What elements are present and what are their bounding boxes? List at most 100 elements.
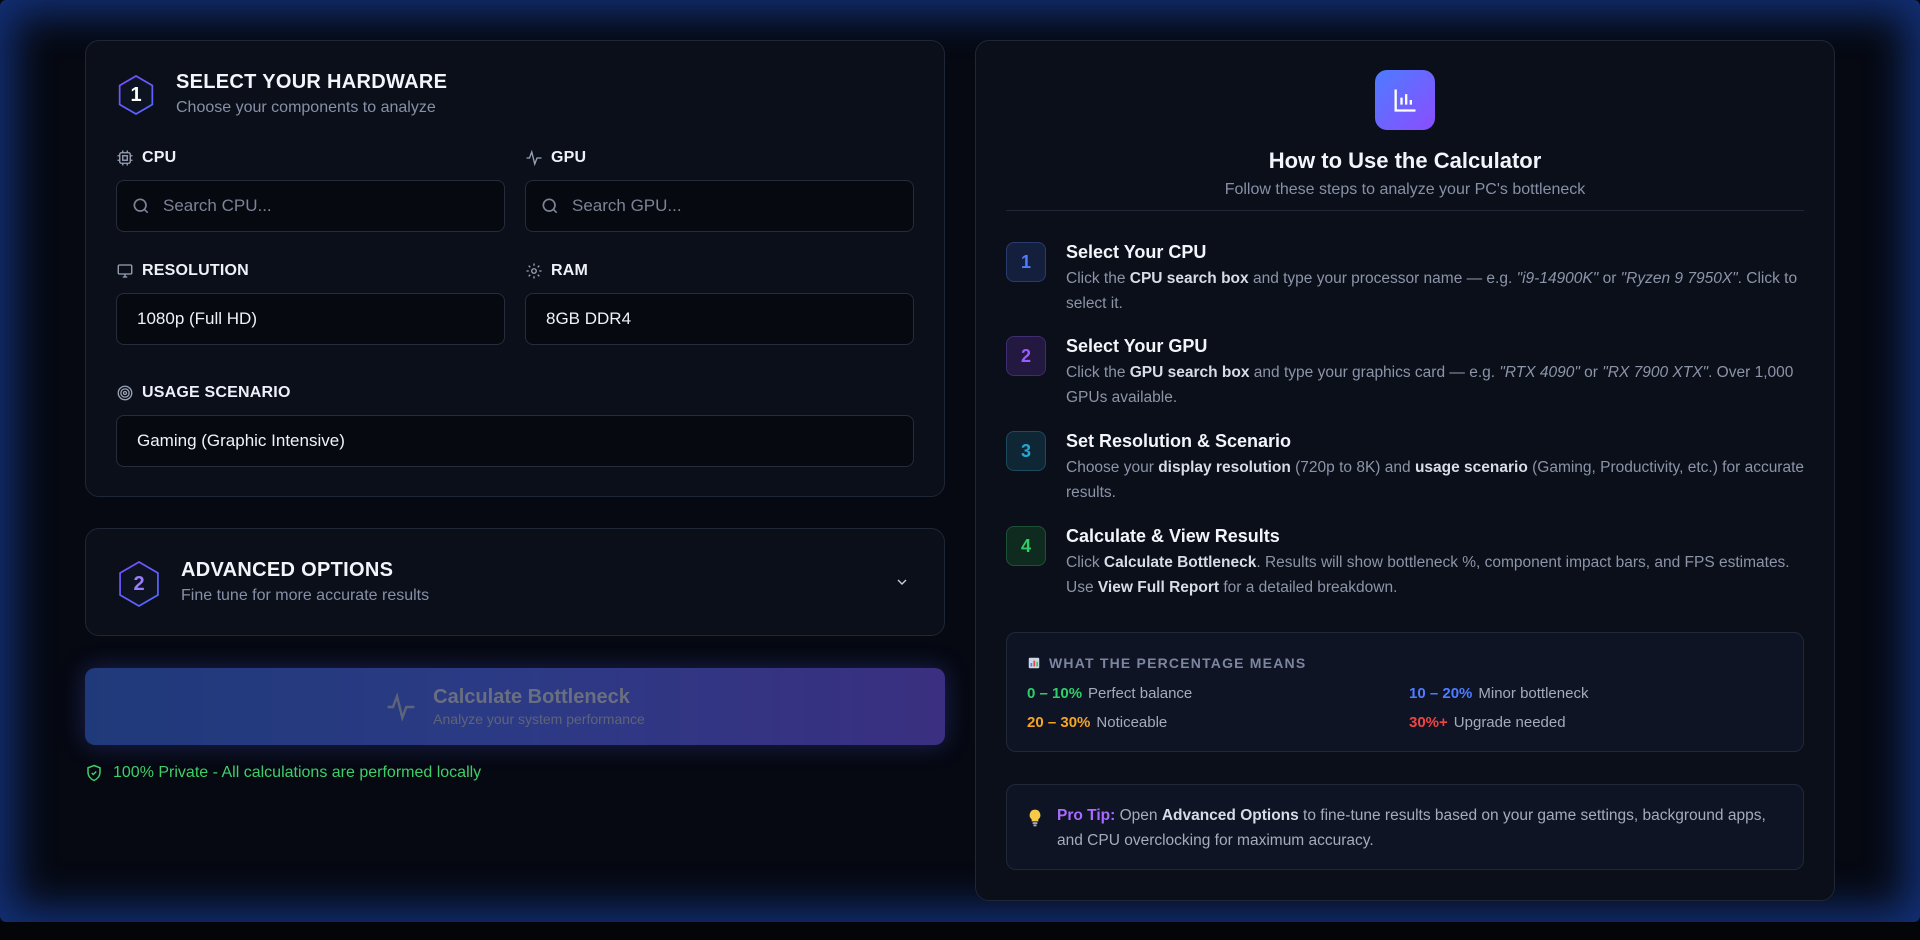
step-2-example: "RX 7900 XTX": [1602, 364, 1709, 381]
advanced-number-badge: 2: [119, 561, 159, 607]
pct-item-upgrade: 30%+ Upgrade needed: [1409, 714, 1566, 731]
resolution-label: RESOLUTION: [116, 262, 249, 280]
divider: [1006, 210, 1804, 211]
privacy-note: 100% Private - All calculations are perf…: [85, 764, 481, 782]
step-4-text: Click: [1066, 554, 1104, 571]
percentage-heading: WHAT THE PERCENTAGE MEANS: [1027, 655, 1306, 671]
step-3-bold: usage scenario: [1414, 459, 1528, 476]
step-2-title: Select Your GPU: [1066, 336, 1208, 356]
cpu-chip-icon: [117, 150, 133, 166]
activity-icon: [387, 691, 415, 722]
pro-tip-body: Open: [1115, 807, 1162, 824]
step-3-title: Set Resolution & Scenario: [1066, 431, 1292, 451]
step-4-desc: Click Calculate Bottleneck. Results will…: [1066, 550, 1806, 600]
step-4-bold: Calculate Bottleneck: [1103, 554, 1257, 571]
step-4-title: Calculate & View Results: [1066, 526, 1280, 546]
step-2-text: or: [1579, 364, 1603, 381]
step-3-bold: display resolution: [1158, 459, 1291, 476]
target-icon: [117, 385, 133, 401]
pct-range: 10 – 20%: [1409, 685, 1473, 702]
chevron-down-icon[interactable]: [894, 574, 910, 590]
resolution-select[interactable]: 1080p (Full HD): [116, 293, 505, 345]
step-1-text: Click the: [1066, 270, 1130, 287]
step-3-badge: 3: [1006, 431, 1046, 471]
step-4-badge: 4: [1006, 526, 1046, 566]
calculate-label: Calculate Bottleneck: [433, 686, 630, 708]
cpu-label: CPU: [116, 149, 176, 167]
step-2-example: "RTX 4090": [1499, 364, 1580, 381]
ram-label: RAM: [525, 262, 588, 280]
ram-label-text: RAM: [551, 262, 589, 279]
pct-range: 20 – 30%: [1027, 714, 1091, 731]
cpu-label-text: CPU: [142, 149, 177, 166]
calculate-bottleneck-button[interactable]: Calculate Bottleneck Analyze your system…: [85, 668, 945, 745]
pct-text: Noticeable: [1096, 714, 1168, 731]
percentage-heading-text: WHAT THE PERCENTAGE MEANS: [1049, 655, 1307, 671]
advanced-subtitle: Fine tune for more accurate results: [181, 587, 430, 604]
gpu-search-input[interactable]: Search GPU...: [525, 180, 914, 232]
pct-range: 0 – 10%: [1027, 685, 1083, 702]
guide-subtitle: Follow these steps to analyze your PC's …: [1224, 181, 1586, 198]
monitor-icon: [117, 264, 133, 278]
resolution-value: 1080p (Full HD): [137, 309, 257, 328]
step-1-number: 1: [1020, 251, 1031, 272]
step-3-number: 3: [1020, 440, 1031, 461]
cpu-search-input[interactable]: Search CPU...: [116, 180, 505, 232]
step-2-desc: Click the GPU search box and type your g…: [1066, 360, 1806, 410]
step-1-text: or: [1598, 270, 1621, 287]
pct-item-minor: 10 – 20% Minor bottleneck: [1409, 685, 1588, 702]
bottom-strip: [0, 922, 1920, 940]
section-number: 1: [130, 83, 142, 106]
usage-value: Gaming (Graphic Intensive): [137, 431, 345, 450]
lightbulb-icon: [1029, 809, 1041, 827]
gpu-label: GPU: [525, 149, 586, 167]
step-4-text: for a detailed breakdown.: [1219, 579, 1398, 596]
step-1-title: Select Your CPU: [1066, 242, 1207, 262]
search-icon: [133, 198, 149, 214]
step-1-example: "Ryzen 9 7950X": [1620, 270, 1738, 287]
ram-select[interactable]: 8GB DDR4: [525, 293, 914, 345]
step-3-text: (720p to 8K) and: [1290, 459, 1415, 476]
percentage-legend: WHAT THE PERCENTAGE MEANS 0 – 10% Perfect…: [1006, 632, 1804, 752]
gpu-label-text: GPU: [551, 149, 587, 166]
resolution-label-text: RESOLUTION: [142, 262, 249, 279]
pct-range: 30%+: [1409, 714, 1448, 731]
calculate-sublabel: Analyze your system performance: [433, 711, 645, 727]
step-2-text: Click the: [1066, 364, 1130, 381]
usage-select[interactable]: Gaming (Graphic Intensive): [116, 415, 914, 467]
step-2-bold: GPU search box: [1129, 364, 1250, 381]
hardware-panel: 1 SELECT YOUR HARDWARE Choose your compo…: [85, 40, 945, 497]
step-4-bold: View Full Report: [1097, 579, 1220, 596]
pct-item-noticeable: 20 – 30% Noticeable: [1027, 714, 1167, 731]
step-1-badge: 1: [1006, 242, 1046, 282]
step-3-desc: Choose your display resolution (720p to …: [1066, 455, 1806, 505]
step-2-badge: 2: [1006, 336, 1046, 376]
advanced-title: ADVANCED OPTIONS: [181, 559, 394, 581]
step-2-text: and type your graphics card — e.g.: [1249, 364, 1500, 381]
step-4-number: 4: [1020, 535, 1031, 556]
step-1-example: "i9-14900K": [1516, 270, 1599, 287]
activity-icon: [526, 149, 542, 167]
section-number-badge: 1: [118, 75, 154, 115]
step-1-text: and type your processor name — e.g.: [1248, 270, 1517, 287]
cpu-search-placeholder: Search CPU...: [163, 196, 272, 215]
shield-check-icon: [87, 764, 101, 782]
usage-label-text: USAGE SCENARIO: [142, 384, 291, 401]
guide-title: How to Use the Calculator: [1268, 148, 1542, 173]
privacy-text: 100% Private - All calculations are perf…: [113, 764, 482, 781]
pro-tip-text: Pro Tip: Open Advanced Options to fine-t…: [1057, 803, 1787, 853]
bar-chart-logo: [1375, 70, 1435, 130]
pro-tip-label: Pro Tip:: [1057, 807, 1116, 824]
pro-tip: Pro Tip: Open Advanced Options to fine-t…: [1006, 784, 1804, 870]
advanced-options-panel[interactable]: 2 ADVANCED OPTIONS Fine tune for more ac…: [85, 528, 945, 636]
pro-tip-bold: Advanced Options: [1161, 807, 1299, 824]
gpu-search-placeholder: Search GPU...: [572, 196, 682, 215]
pct-text: Upgrade needed: [1453, 714, 1566, 731]
search-icon: [542, 198, 558, 214]
step-1-desc: Click the CPU search box and type your p…: [1066, 266, 1806, 316]
bar-chart-icon: [1394, 89, 1416, 112]
advanced-number: 2: [133, 572, 145, 595]
hardware-title: SELECT YOUR HARDWARE: [176, 71, 448, 93]
calculate-text: Calculate Bottleneck Analyze your system…: [433, 686, 645, 727]
pct-text: Perfect balance: [1088, 685, 1193, 702]
